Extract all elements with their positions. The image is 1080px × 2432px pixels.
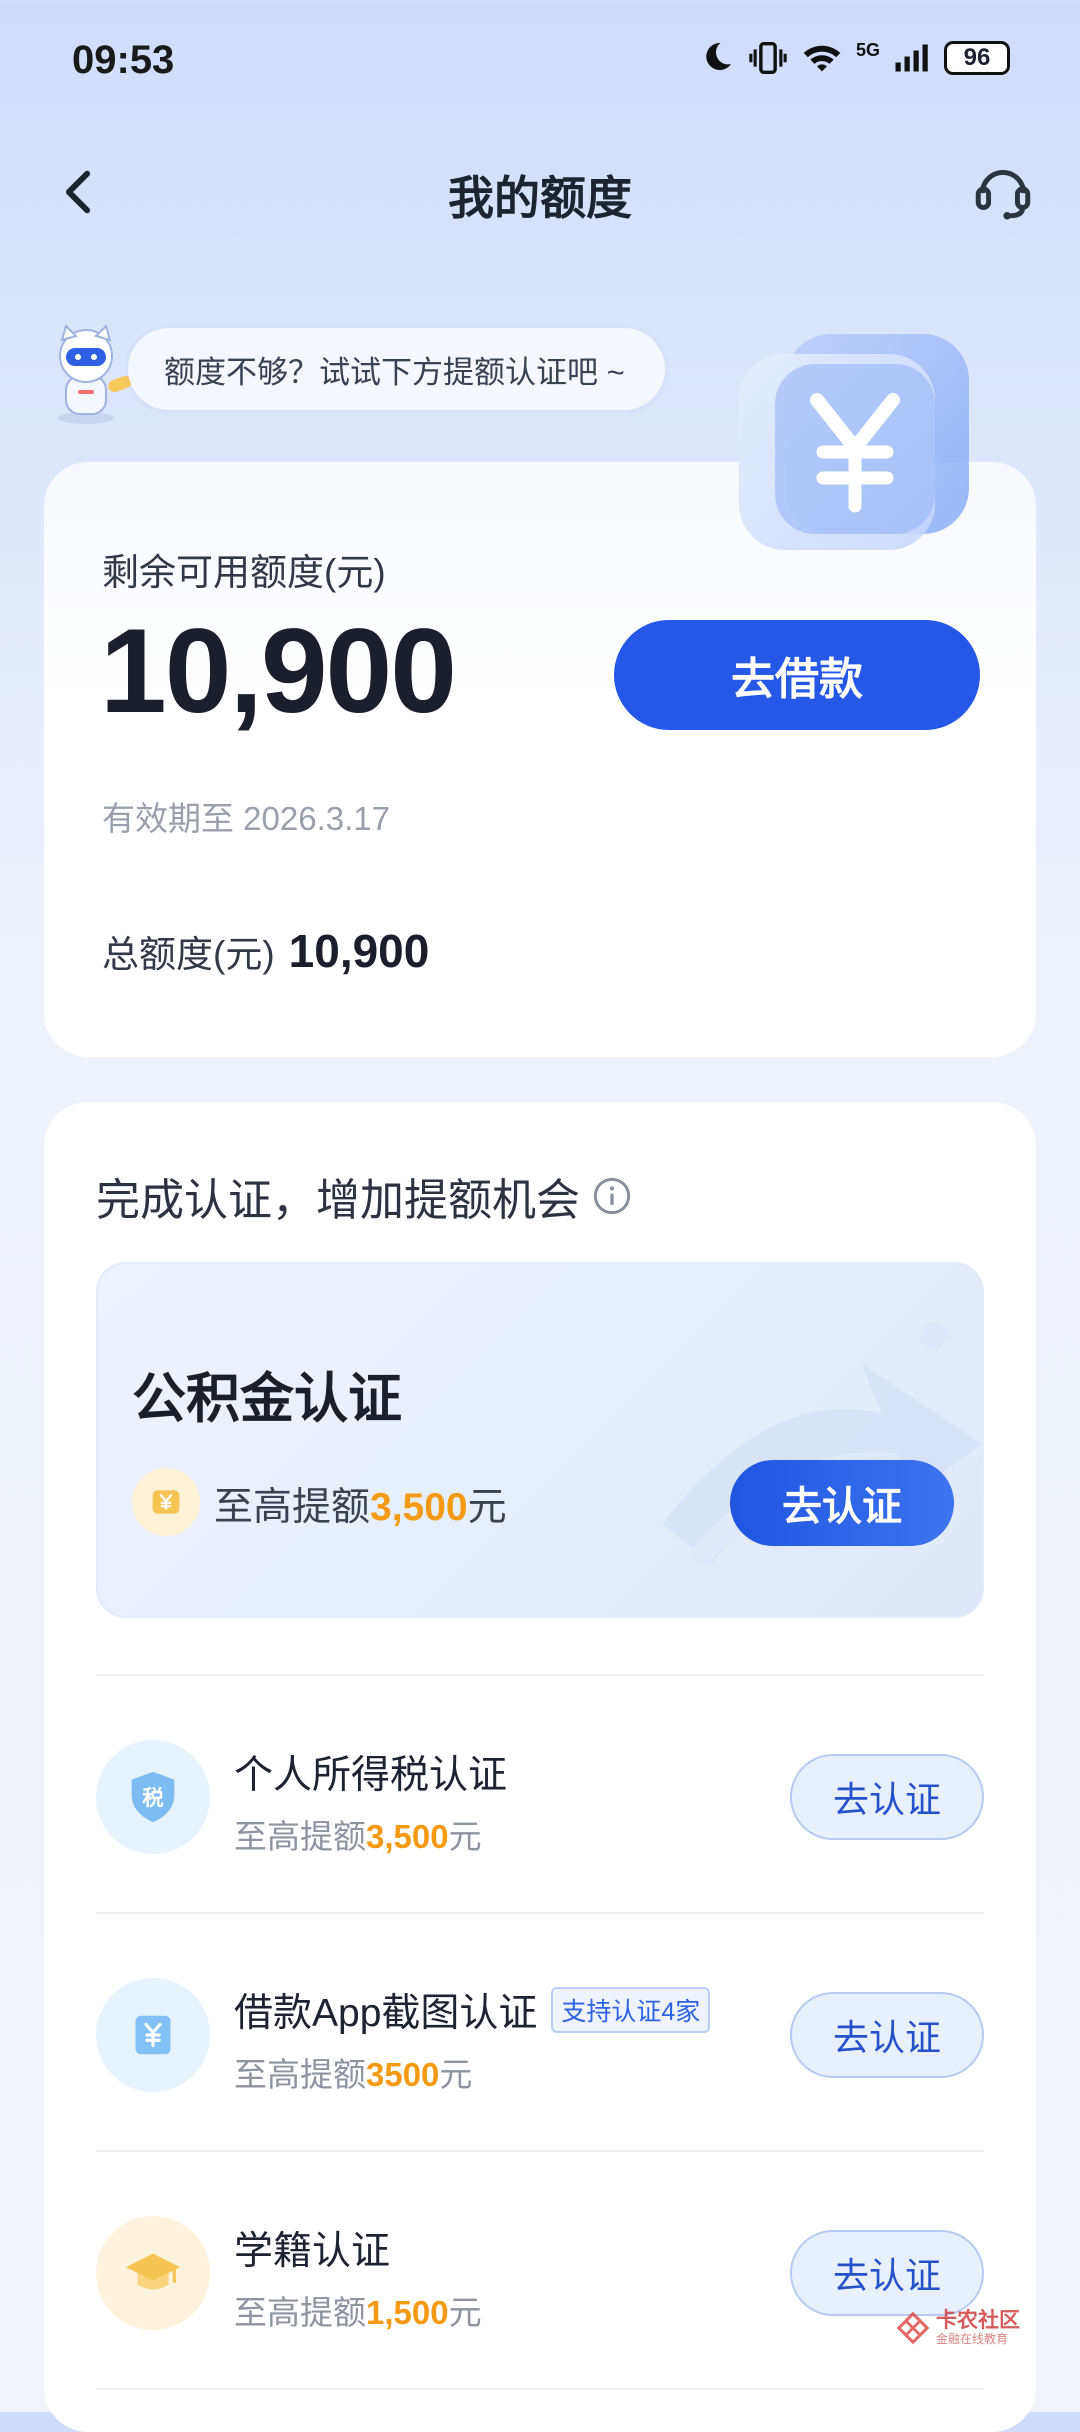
wifi-icon: [803, 45, 841, 72]
item-sub-amount: 1,500: [366, 2294, 449, 2331]
status-time: 09:53: [72, 38, 175, 82]
total-credit-amount: 10,900: [288, 925, 430, 977]
item-max-increase: 至高提额1,500元: [234, 2286, 482, 2334]
headset-icon: [975, 169, 1031, 220]
status-bar: 09:53 5G 96: [0, 0, 1080, 125]
item-title-text: 借款App截图认证: [234, 1992, 538, 2035]
nav-bar: 我的额度: [0, 140, 1080, 250]
divider: [96, 1674, 984, 1676]
watermark: 卡农社区 金融在线教育: [896, 2310, 1020, 2346]
borrow-button[interactable]: 去借款: [614, 620, 980, 730]
certification-section-title: 完成认证，增加提额机会: [96, 1164, 632, 1228]
moon-icon: [706, 42, 731, 70]
featured-sub-suffix: 元: [467, 1486, 507, 1529]
watermark-logo-icon: [896, 2311, 930, 2345]
total-credit-row: 总额度(元) 10,900: [102, 924, 429, 978]
featured-certify-button[interactable]: 去认证: [730, 1460, 954, 1546]
status-icons: 5G 96: [698, 40, 1010, 76]
certify-button[interactable]: 去认证: [790, 2230, 984, 2316]
battery-level: 96: [963, 44, 991, 71]
arrow-deco-icon: [662, 1321, 982, 1565]
certification-card: 完成认证，增加提额机会 公积金认证 至高提额3,500元 去认证 税 个人所得税…: [44, 1102, 1036, 2432]
featured-title: 公积金认证: [132, 1369, 402, 1429]
supported-count-badge: 支持认证4家: [551, 1987, 711, 2033]
featured-sub-prefix: 至高提额: [214, 1486, 371, 1529]
item-sub-prefix: 至高提额: [234, 2056, 366, 2093]
list-item-app-screenshot: 借款App截图认证 支持认证4家 至高提额3500元 去认证: [96, 1916, 984, 2154]
info-icon[interactable]: [592, 1176, 632, 1216]
item-title: 学籍认证: [234, 2220, 390, 2276]
signal-icon: [895, 44, 928, 72]
total-credit-label: 总额度(元): [102, 934, 275, 975]
item-sub-suffix: 元: [439, 2056, 473, 2093]
svg-text:税: 税: [142, 1785, 164, 1811]
featured-max-increase: 至高提额3,500元: [214, 1476, 507, 1532]
divider: [96, 2388, 984, 2390]
item-sub-prefix: 至高提额: [234, 2294, 366, 2331]
item-title-text: 学籍认证: [234, 2230, 391, 2273]
tip-bubble: 额度不够？试试下方提额认证吧 ~: [128, 328, 665, 410]
item-sub-suffix: 元: [448, 2294, 482, 2331]
page-title: 我的额度: [448, 172, 632, 224]
item-title-text: 个人所得税认证: [234, 1754, 508, 1797]
item-sub-prefix: 至高提额: [234, 1818, 366, 1855]
validity-date: 有效期至 2026.3.17: [102, 800, 390, 837]
item-sub-suffix: 元: [448, 1818, 482, 1855]
remaining-credit-amount: 10,900: [100, 604, 457, 738]
divider: [96, 2150, 984, 2152]
remaining-credit-label: 剩余可用额度(元): [102, 552, 386, 593]
vibrate-icon: [749, 42, 787, 74]
network-type: 5G: [855, 40, 880, 60]
yen-document-icon: [96, 1978, 210, 2092]
item-sub-amount: 3500: [366, 2056, 440, 2093]
list-item-student-status: 学籍认证 至高提额1,500元 去认证: [96, 2154, 984, 2392]
item-max-increase: 至高提额3,500元: [234, 1810, 482, 1858]
item-title: 借款App截图认证 支持认证4家: [234, 1982, 711, 2038]
watermark-text: 卡农社区 金融在线教育: [936, 2309, 1020, 2347]
tip-text: 额度不够？试试下方提额认证吧 ~: [164, 354, 625, 390]
coin-icon: [132, 1468, 200, 1536]
list-item-income-tax: 税 个人所得税认证 至高提额3,500元 去认证: [96, 1678, 984, 1916]
yen-cube-icon: [739, 334, 969, 550]
featured-certification-provident-fund: 公积金认证 至高提额3,500元 去认证: [96, 1262, 984, 1618]
item-title: 个人所得税认证: [234, 1744, 507, 1800]
certification-title-text: 完成认证，增加提额机会: [96, 1176, 580, 1225]
certify-button[interactable]: 去认证: [790, 1754, 984, 1840]
watermark-main-text: 卡农社区: [936, 2309, 1020, 2332]
featured-sub-amount: 3,500: [370, 1486, 468, 1529]
tax-shield-icon: 税: [96, 1740, 210, 1854]
graduation-cap-icon: [96, 2216, 210, 2330]
battery-icon: 96: [944, 41, 1010, 75]
item-max-increase: 至高提额3500元: [234, 2048, 472, 2096]
item-sub-amount: 3,500: [366, 1818, 449, 1855]
divider: [96, 1912, 984, 1914]
certify-button[interactable]: 去认证: [790, 1992, 984, 2078]
watermark-sub-text: 金融在线教育: [936, 2332, 1009, 2346]
customer-service-button[interactable]: [970, 158, 1036, 224]
